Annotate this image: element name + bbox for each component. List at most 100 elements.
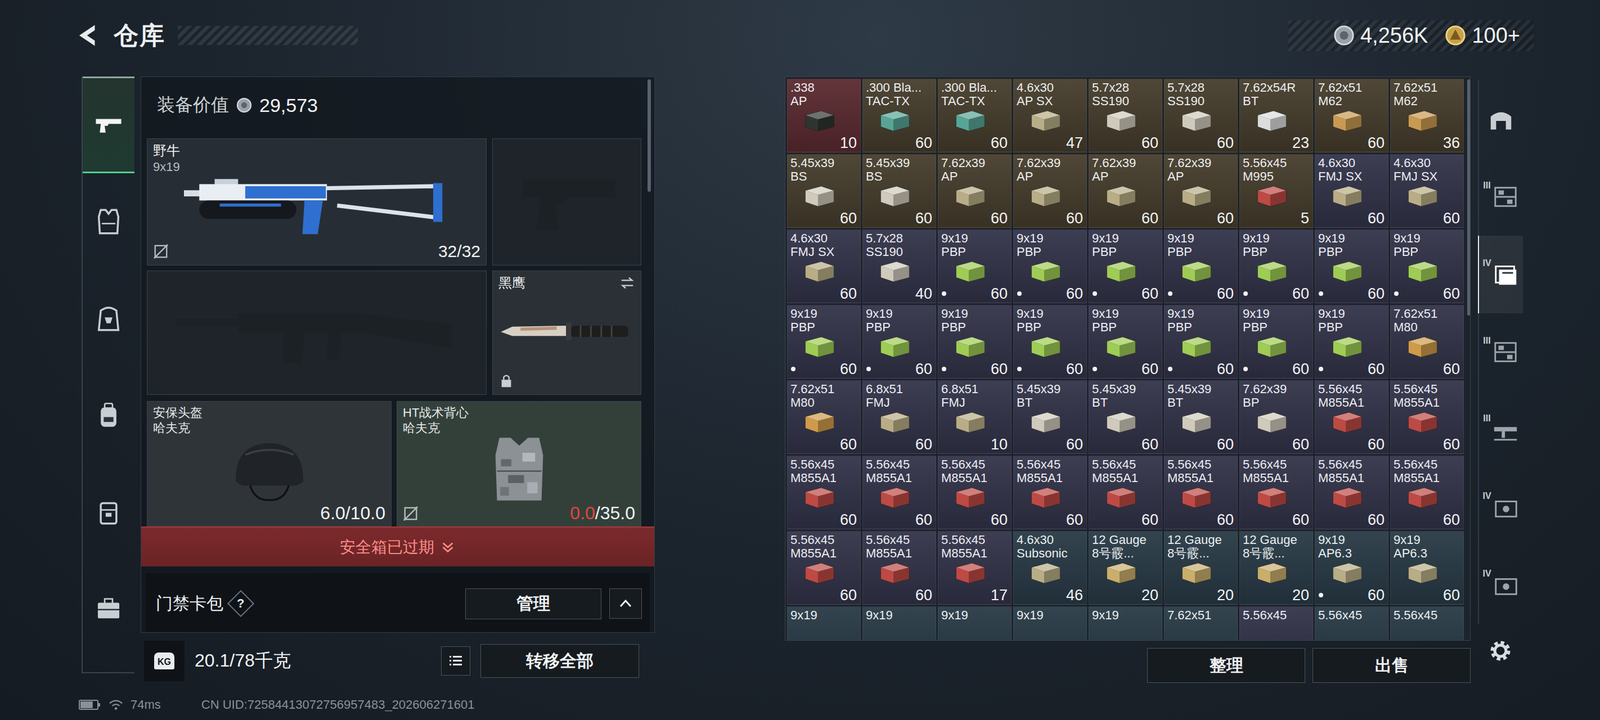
- stash-action-button[interactable]: 出售: [1312, 648, 1471, 683]
- primary-weapon-slot[interactable]: 野牛 9x19 32/32: [146, 138, 487, 266]
- ammo-item[interactable]: 5.56x45: [1314, 606, 1389, 641]
- stash-tab[interactable]: III: [1477, 158, 1523, 236]
- ammo-item[interactable]: 9x19 PBP 60: [1088, 304, 1163, 379]
- ammo-item[interactable]: 7.62x39 AP 60: [937, 154, 1012, 228]
- ammo-item[interactable]: 5.56x45 M855A1 60: [1390, 455, 1464, 530]
- ammo-item[interactable]: 5.56x45 M855A1 60: [787, 455, 861, 530]
- ammo-item[interactable]: 4.6x30 FMJ SX 60: [1314, 154, 1389, 228]
- ammo-item[interactable]: 5.45x39 BS 60: [862, 154, 937, 228]
- ammo-item[interactable]: 7.62x39 BP 60: [1239, 380, 1314, 455]
- loadout-tab[interactable]: [82, 366, 135, 464]
- ammo-item[interactable]: .300 Bla... TAC-TX 60: [862, 78, 937, 153]
- ammo-item[interactable]: 5.56x45 M855A1 60: [937, 455, 1012, 530]
- ammo-item[interactable]: 5.56x45: [1239, 606, 1314, 641]
- ammo-item[interactable]: 7.62x51 M62 60: [1314, 78, 1389, 153]
- ammo-item[interactable]: 9x19: [937, 606, 1012, 641]
- armor-slot[interactable]: HT战术背心 哈夫克 0.0/35.0: [396, 401, 642, 527]
- ammo-item[interactable]: 4.6x30 FMJ SX 60: [1390, 154, 1464, 228]
- melee-slot[interactable]: 黑鹰: [492, 270, 642, 395]
- manage-button[interactable]: 管理: [465, 588, 602, 620]
- list-button[interactable]: [441, 646, 471, 676]
- ammo-item[interactable]: 9x19: [1088, 606, 1163, 641]
- ammo-item[interactable]: 9x19 PBP 60: [1013, 229, 1087, 304]
- loadout-tab[interactable]: [82, 463, 135, 561]
- ammo-item[interactable]: 5.56x45 M995 5: [1239, 154, 1314, 228]
- ammo-item[interactable]: 5.56x45 M855A1 60: [1013, 455, 1087, 530]
- sidearm-slot[interactable]: [492, 138, 642, 266]
- loadout-tab[interactable]: [82, 560, 135, 658]
- ammo-item[interactable]: 7.62x54R BT 23: [1239, 78, 1314, 153]
- loadout-tab[interactable]: [82, 270, 135, 367]
- ammo-item[interactable]: 5.45x39 BT 60: [1013, 380, 1087, 455]
- ammo-item[interactable]: 9x19 AP6.3 60: [1314, 531, 1389, 605]
- ammo-item[interactable]: 9x19 PBP 60: [1239, 304, 1314, 379]
- stash-tab[interactable]: IV: [1477, 235, 1523, 314]
- secondary-weapon-slot[interactable]: [146, 270, 487, 395]
- ammo-item[interactable]: 9x19 PBP 60: [1239, 229, 1314, 304]
- safe-box-expired-bar[interactable]: 安全箱已过期: [141, 526, 655, 567]
- ammo-item[interactable]: 7.62x39 AP 60: [1163, 154, 1238, 228]
- ammo-item[interactable]: 5.56x45 M855A1 60: [1314, 455, 1389, 530]
- ammo-item[interactable]: 6.8x51 FMJ 60: [862, 380, 937, 455]
- ammo-item[interactable]: .300 Bla... TAC-TX 60: [937, 78, 1012, 153]
- ammo-item[interactable]: 9x19 PBP 60: [1390, 229, 1464, 304]
- transfer-all-button[interactable]: 转移全部: [480, 644, 640, 678]
- stash-action-button[interactable]: 整理: [1147, 648, 1306, 683]
- back-arrow-icon[interactable]: [75, 22, 102, 49]
- stash-tab[interactable]: III: [1477, 390, 1523, 469]
- ammo-item[interactable]: 5.56x45 M855A1 60: [862, 531, 937, 605]
- ammo-item[interactable]: 9x19: [862, 606, 937, 641]
- swap-icon[interactable]: [619, 275, 636, 291]
- ammo-item[interactable]: 5.56x45 M855A1 60: [1314, 380, 1389, 455]
- ammo-item[interactable]: 9x19 PBP 60: [1088, 229, 1163, 304]
- ammo-item[interactable]: 5.7x28 SS190 60: [1163, 78, 1238, 153]
- collapse-button[interactable]: [609, 588, 642, 619]
- loadout-tab[interactable]: [82, 76, 135, 174]
- ammo-item[interactable]: 5.56x45 M855A1 60: [1088, 455, 1163, 530]
- scrollbar[interactable]: [1467, 77, 1471, 641]
- ammo-item[interactable]: 9x19 PBP 60: [1163, 229, 1238, 304]
- ammo-item[interactable]: 5.45x39 BT 60: [1163, 380, 1238, 455]
- ammo-item[interactable]: 9x19: [787, 606, 861, 641]
- ammo-item[interactable]: 9x19 AP6.3 60: [1390, 531, 1464, 605]
- stash-tab[interactable]: III: [1477, 313, 1523, 391]
- ammo-item[interactable]: 4.6x30 FMJ SX 60: [787, 229, 861, 304]
- ammo-item[interactable]: 5.56x45 M855A1 60: [787, 531, 861, 605]
- ammo-item[interactable]: .338 AP 10: [787, 78, 861, 153]
- ammo-item[interactable]: 5.7x28 SS190 60: [1088, 78, 1163, 153]
- ammo-item[interactable]: 5.56x45: [1390, 606, 1464, 641]
- ammo-item[interactable]: 5.45x39 BS 60: [787, 154, 861, 228]
- stash-tab[interactable]: [1477, 80, 1523, 159]
- ammo-item[interactable]: 9x19 PBP 60: [1163, 304, 1238, 379]
- ammo-item[interactable]: 7.62x51 M62 36: [1390, 78, 1464, 153]
- ammo-item[interactable]: 7.62x39 AP 60: [1088, 154, 1163, 228]
- ammo-item[interactable]: 9x19 PBP 60: [862, 304, 937, 379]
- ammo-item[interactable]: 6.8x51 FMJ 10: [937, 380, 1012, 455]
- help-badge[interactable]: ?: [227, 590, 255, 618]
- loadout-tab[interactable]: [82, 173, 135, 271]
- ammo-item[interactable]: 5.56x45 M855A1 60: [1390, 380, 1464, 455]
- ammo-item[interactable]: 9x19 PBP 60: [1314, 304, 1389, 379]
- ammo-item[interactable]: 9x19 PBP 60: [787, 304, 861, 379]
- ammo-item[interactable]: 7.62x51: [1163, 606, 1238, 641]
- ammo-item[interactable]: 5.56x45 M855A1 60: [862, 455, 937, 530]
- armor-slot[interactable]: 安保头盔 哈夫克 6.0/10.0: [146, 401, 392, 527]
- ammo-item[interactable]: 7.62x51 M80 60: [1390, 304, 1464, 379]
- ammo-item[interactable]: 12 Gauge 8号霰... 20: [1163, 531, 1238, 605]
- gear-icon[interactable]: [1486, 636, 1515, 665]
- ammo-item[interactable]: 4.6x30 AP SX 47: [1013, 78, 1087, 153]
- ammo-item[interactable]: 5.56x45 M855A1 60: [1239, 455, 1314, 530]
- ammo-item[interactable]: 7.62x39 AP 60: [1013, 154, 1087, 228]
- ammo-item[interactable]: 5.56x45 M855A1 17: [937, 531, 1012, 605]
- scrollbar[interactable]: [647, 79, 651, 192]
- ammo-item[interactable]: 7.62x51 M80 60: [787, 380, 861, 455]
- ammo-item[interactable]: 9x19 PBP 60: [1314, 229, 1389, 304]
- ammo-item[interactable]: 5.45x39 BT 60: [1088, 380, 1163, 455]
- ammo-item[interactable]: 9x19 PBP 60: [1013, 304, 1087, 379]
- ammo-item[interactable]: 9x19: [1013, 606, 1087, 641]
- ammo-item[interactable]: 5.56x45 M855A1 60: [1163, 455, 1238, 530]
- ammo-item[interactable]: 4.6x30 Subsonic 46: [1013, 531, 1087, 605]
- ammo-item[interactable]: 12 Gauge 8号霰... 20: [1088, 531, 1163, 605]
- stash-tab[interactable]: IV: [1477, 468, 1523, 547]
- ammo-item[interactable]: 9x19 PBP 60: [937, 229, 1012, 304]
